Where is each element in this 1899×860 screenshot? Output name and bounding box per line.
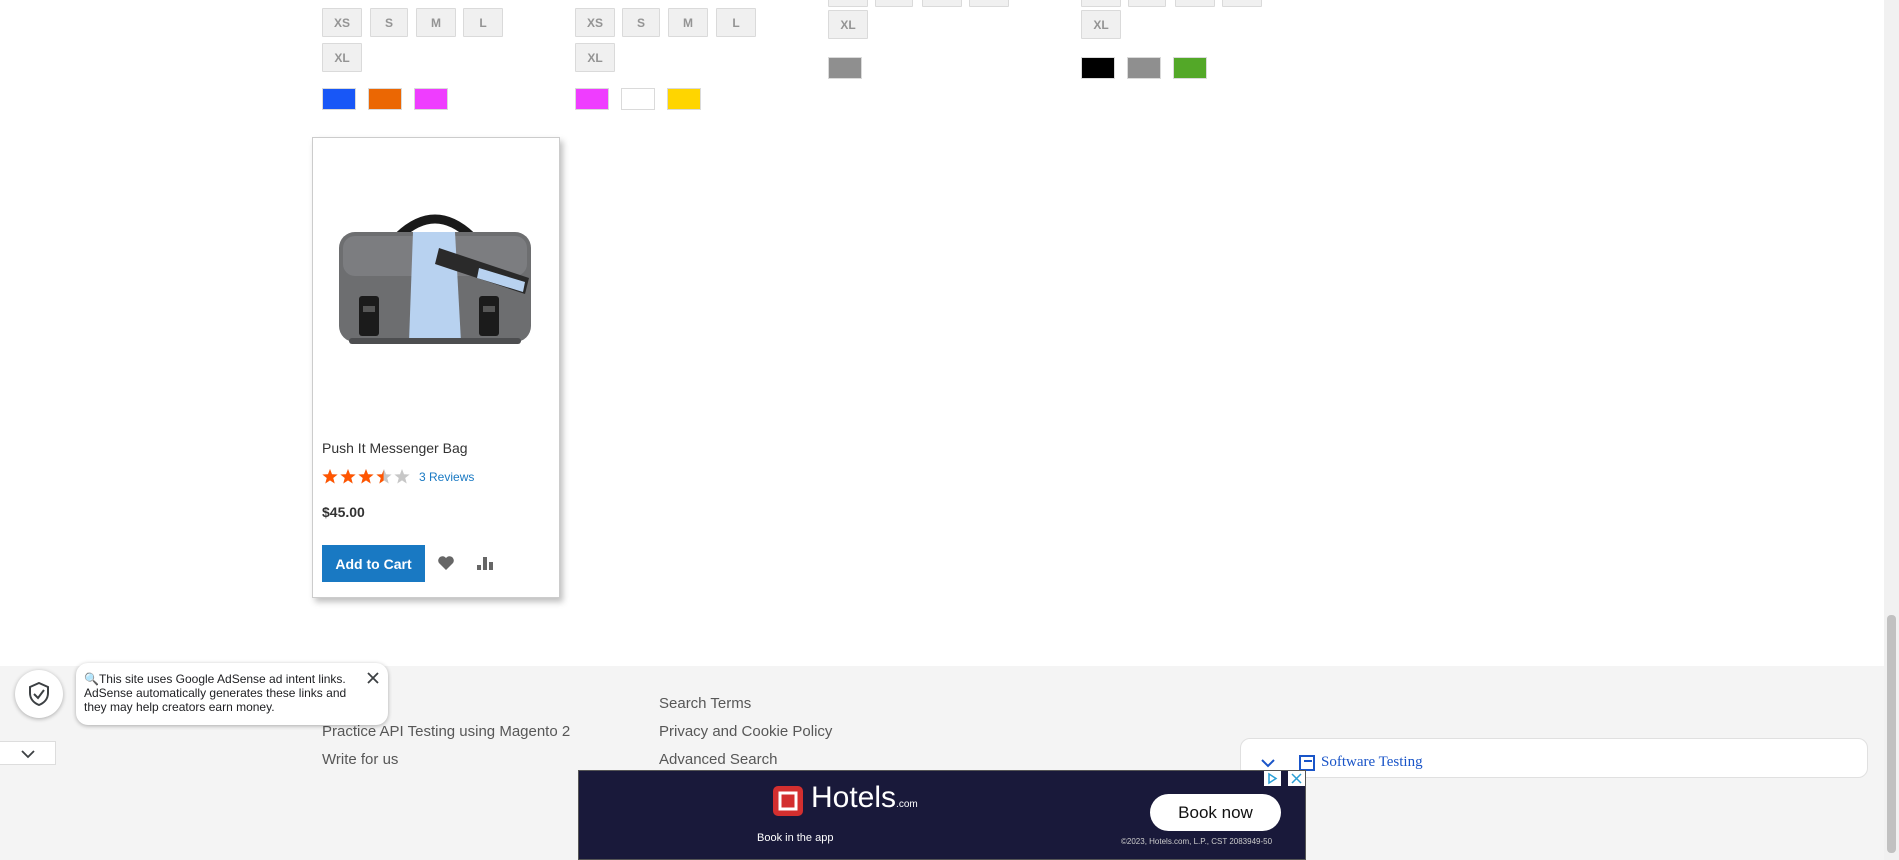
rating-stars: [322, 469, 410, 484]
page-scrollbar[interactable]: [1884, 0, 1899, 860]
heart-icon[interactable]: [437, 555, 455, 571]
adchoices-icon[interactable]: [1264, 771, 1281, 786]
compare-icon[interactable]: [476, 555, 494, 571]
book-now-button[interactable]: Book now: [1150, 794, 1281, 831]
product-card: Push It Messenger Bag 3 Reviews $45.00 A…: [312, 137, 560, 598]
hotels-logo-icon: [773, 786, 803, 816]
color-swatch-white[interactable]: [621, 88, 655, 110]
product-image[interactable]: [329, 208, 541, 358]
star-empty-icon: [394, 469, 410, 484]
color-swatch-purple[interactable]: [414, 88, 448, 110]
star-filled-icon: [358, 469, 374, 484]
footer-link[interactable]: Privacy and Cookie Policy: [659, 723, 832, 740]
size-swatch-partial[interactable]: [875, 0, 913, 7]
size-swatch-partial[interactable]: [1128, 0, 1166, 7]
scrollbar-thumb[interactable]: [1887, 615, 1896, 853]
related-search-card[interactable]: Software Testing: [1240, 738, 1868, 778]
reviews-link[interactable]: 3 Reviews: [419, 470, 474, 484]
hotels-ad-banner[interactable]: Hotels.com Book in the app Book now ©202…: [578, 770, 1306, 860]
search-result-icon: [1299, 755, 1315, 771]
star-filled-icon: [340, 469, 356, 484]
ad-tagline: Book in the app: [757, 832, 834, 844]
footer-link[interactable]: Practice API Testing using Magento 2: [322, 723, 570, 740]
adsense-notice: 🔍This site uses Google AdSense ad intent…: [76, 663, 388, 725]
size-swatch-s[interactable]: S: [622, 8, 660, 37]
size-swatch-partial[interactable]: [1222, 0, 1262, 7]
star-filled-icon: [322, 469, 338, 484]
product-name-link[interactable]: Push It Messenger Bag: [322, 440, 468, 456]
size-swatch-partial[interactable]: [828, 0, 868, 7]
color-swatch-green[interactable]: [1173, 57, 1207, 79]
footer-link[interactable]: Advanced Search: [659, 751, 777, 768]
color-swatch-blue[interactable]: [322, 88, 356, 110]
size-swatch-xl[interactable]: XL: [322, 43, 362, 72]
size-swatch-l[interactable]: L: [463, 8, 503, 37]
color-swatch-gray[interactable]: [828, 57, 862, 79]
chevron-down-icon[interactable]: [1261, 759, 1275, 769]
size-swatch-partial[interactable]: [1175, 0, 1215, 7]
size-swatch-partial[interactable]: [969, 0, 1009, 7]
magnifier-icon: 🔍: [84, 672, 99, 686]
collapse-notice-button[interactable]: [0, 741, 56, 765]
product-price: $45.00: [322, 504, 365, 520]
adsense-shield-button[interactable]: [15, 670, 63, 718]
color-swatch-purple[interactable]: [575, 88, 609, 110]
size-swatch-xs[interactable]: XS: [322, 8, 362, 37]
ad-brand: Hotels.com: [811, 781, 918, 814]
footer-link[interactable]: Search Terms: [659, 695, 751, 712]
size-swatch-xs[interactable]: XS: [575, 8, 615, 37]
size-swatch-m[interactable]: M: [668, 8, 708, 37]
color-swatch-orange[interactable]: [368, 88, 402, 110]
size-swatch-l[interactable]: L: [716, 8, 756, 37]
shield-icon: [29, 682, 49, 706]
ad-legal-text: ©2023, Hotels.com, L.P., CST 2083949-50: [1121, 837, 1273, 846]
size-swatch-s[interactable]: S: [370, 8, 408, 37]
related-search-label[interactable]: Software Testing: [1321, 754, 1423, 771]
color-swatch-black[interactable]: [1081, 57, 1115, 79]
chevron-down-icon: [21, 750, 35, 759]
size-swatch-xl[interactable]: XL: [828, 10, 868, 39]
size-swatch-m[interactable]: M: [416, 8, 456, 37]
close-icon[interactable]: [366, 671, 380, 685]
color-swatch-yellow[interactable]: [667, 88, 701, 110]
size-swatch-xl[interactable]: XL: [575, 43, 615, 72]
size-swatch-xl[interactable]: XL: [1081, 10, 1121, 39]
size-swatch-partial[interactable]: [922, 0, 962, 7]
size-swatch-partial[interactable]: [1081, 0, 1121, 7]
color-swatch-gray[interactable]: [1127, 57, 1161, 79]
close-ad-icon[interactable]: [1288, 771, 1305, 786]
adsense-notice-text: This site uses Google AdSense ad intent …: [84, 672, 347, 714]
add-to-cart-button[interactable]: Add to Cart: [322, 545, 425, 582]
footer-link[interactable]: Write for us: [322, 751, 398, 768]
